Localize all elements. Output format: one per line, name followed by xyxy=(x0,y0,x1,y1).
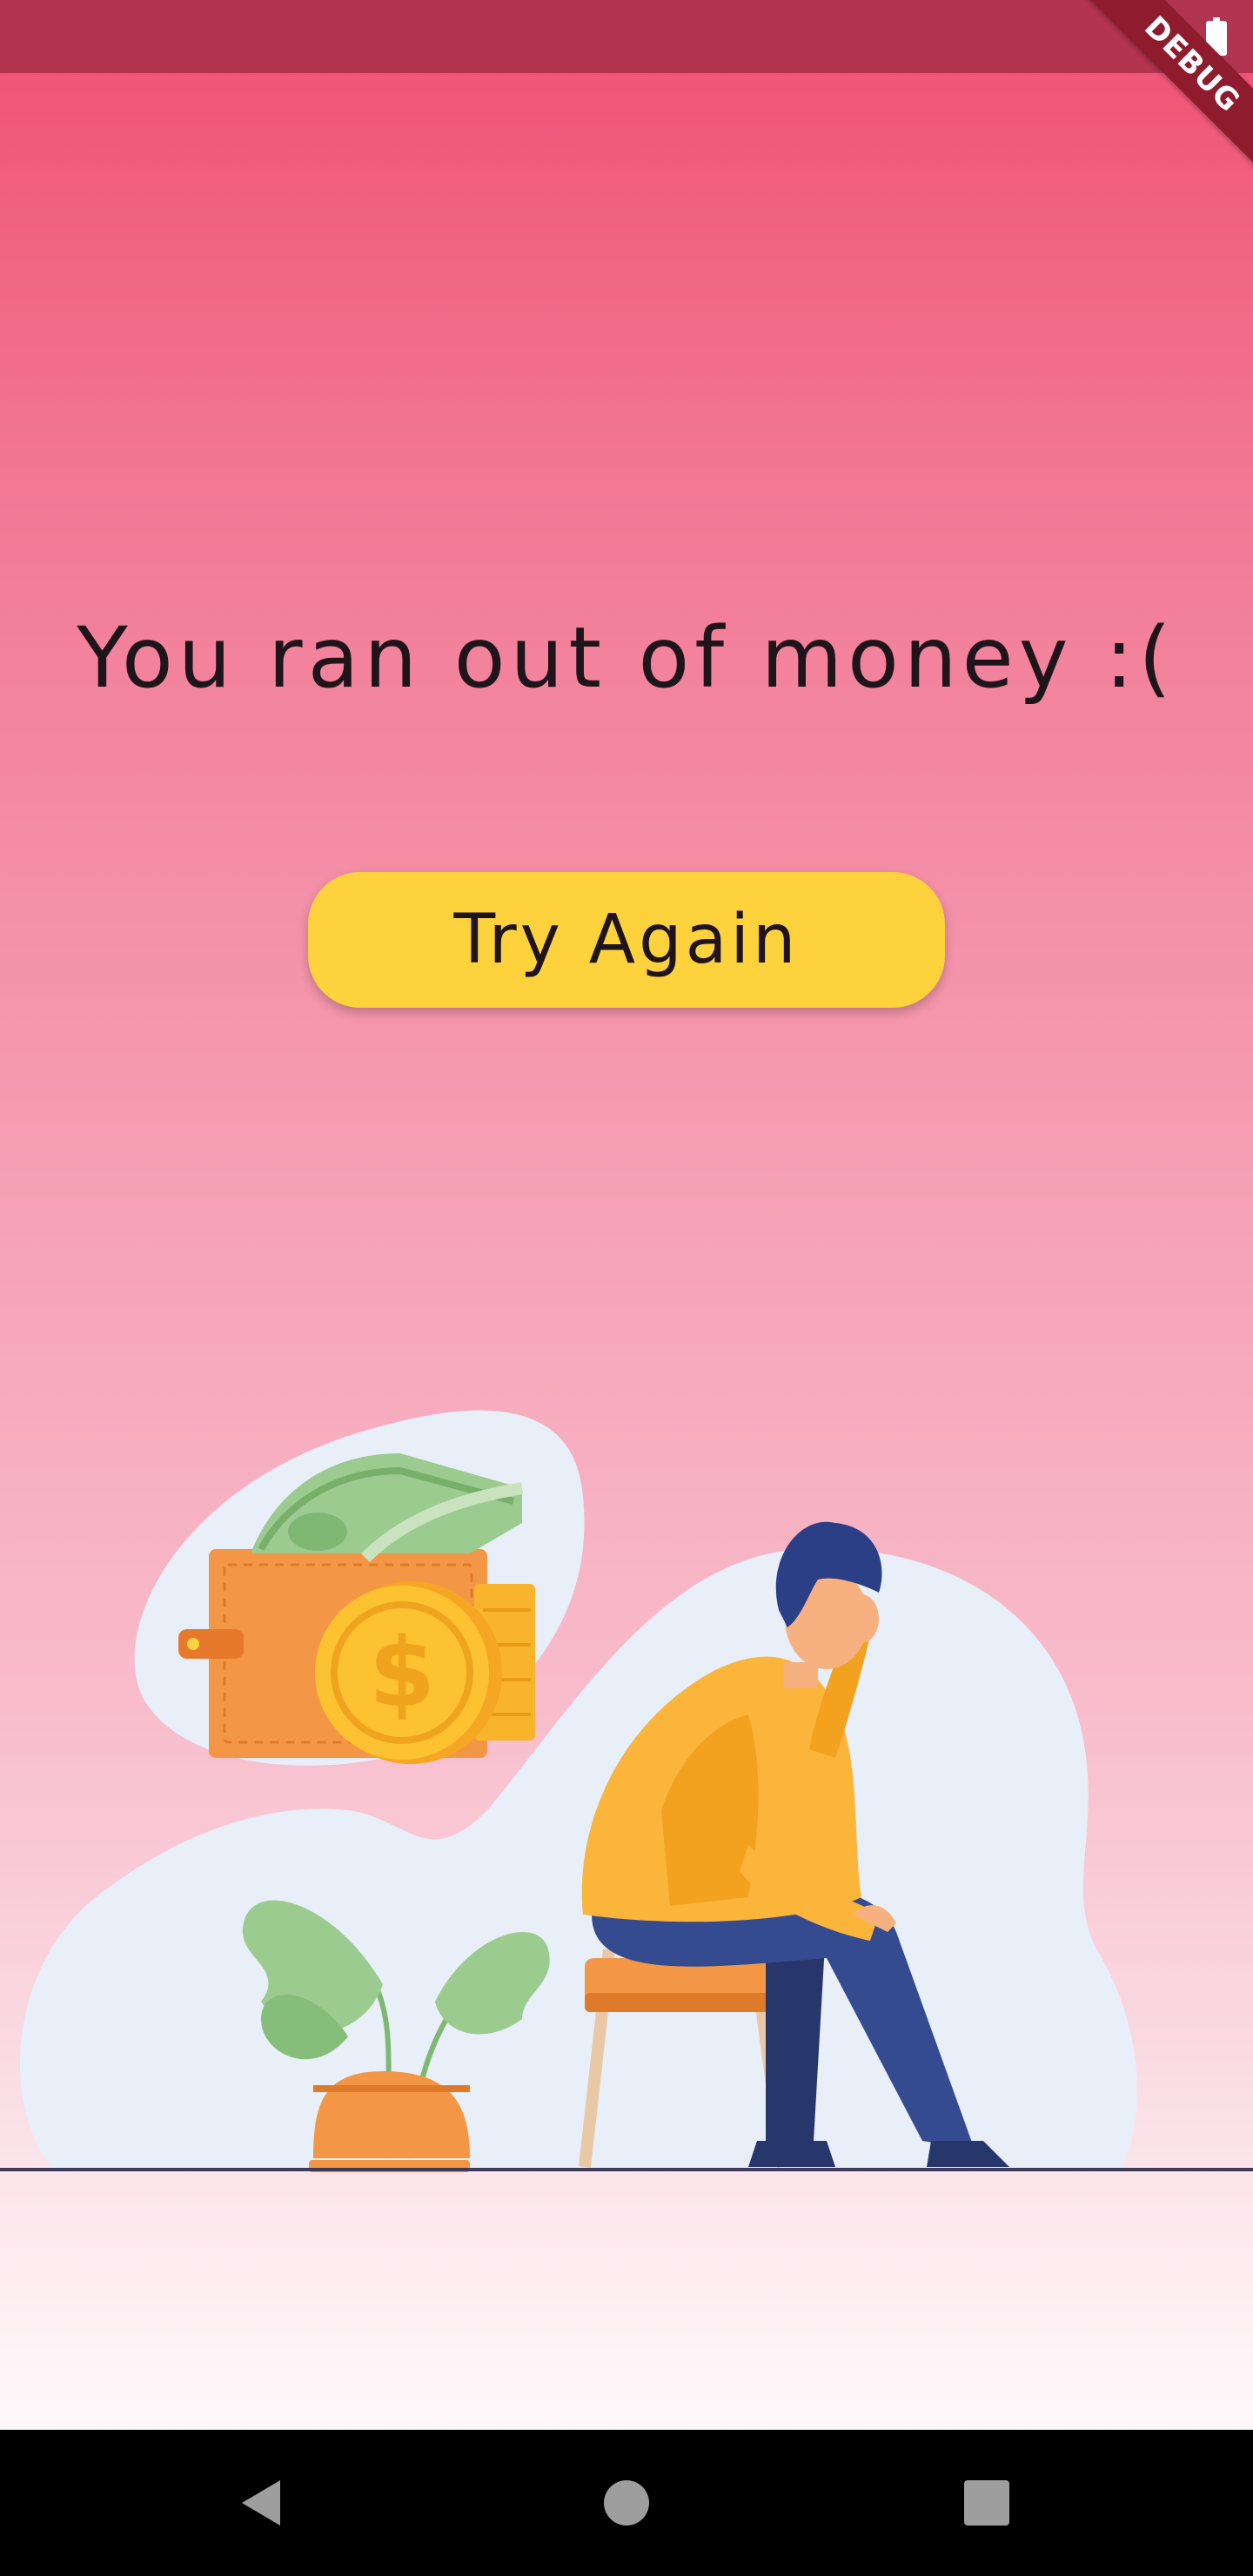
coin-icon: $ xyxy=(315,1581,502,1764)
home-button[interactable] xyxy=(592,2468,661,2538)
system-nav-bar xyxy=(0,2430,1253,2576)
try-again-button[interactable]: Try Again xyxy=(308,872,945,1008)
recents-button[interactable] xyxy=(952,2468,1022,2538)
status-bar xyxy=(0,0,1253,73)
home-circle-icon xyxy=(604,2480,649,2526)
back-triangle-icon xyxy=(242,2480,280,2526)
app-screen: DEBUG You ran out of money :( Try Again xyxy=(0,0,1253,2430)
recents-square-icon xyxy=(964,2480,1009,2526)
ground-line xyxy=(0,2168,1253,2171)
back-button[interactable] xyxy=(226,2468,296,2538)
out-of-money-message: You ran out of money :( xyxy=(77,609,1176,707)
broke-illustration: $ xyxy=(19,1410,1137,2172)
svg-text:$: $ xyxy=(369,1617,436,1728)
